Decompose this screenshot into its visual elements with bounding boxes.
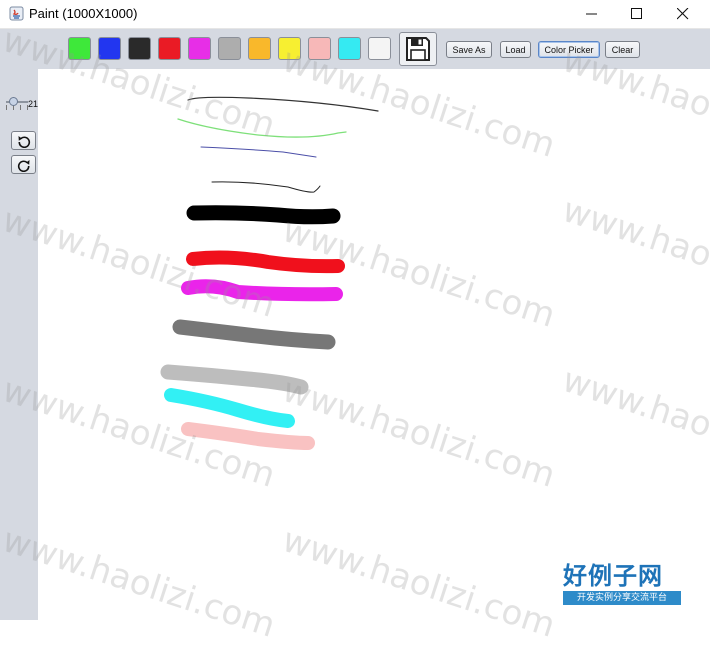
redo-icon [17,159,30,172]
clear-button[interactable]: Clear [605,41,640,58]
stroke-thick-pink [181,422,315,450]
floppy-disk-icon [406,37,430,61]
stroke-thin-green [177,118,347,138]
stroke-thin-black [211,181,321,193]
logo-sub-text: 开发实例分享交流平台 [563,591,681,605]
site-logo: 好例子网 开发实例分享交流平台 [563,563,683,605]
color-swatch-cyan[interactable] [338,37,361,60]
color-swatch-green[interactable] [68,37,91,60]
color-swatch-orange[interactable] [248,37,271,60]
stroke-thick-magenta [181,279,343,302]
color-swatch-yellow[interactable] [278,37,301,60]
stroke-thick-red [186,250,345,274]
slider-ticks [6,105,28,110]
color-swatch-pink[interactable] [308,37,331,60]
stroke-size-value: 21 [28,99,39,109]
window-title: Paint (1000X1000) [29,6,138,21]
slider-thumb[interactable] [9,97,18,106]
stroke-thin-blue [200,146,317,158]
load-button[interactable]: Load [500,41,531,58]
stroke-thick-gray [172,319,336,350]
minimize-icon [586,13,597,15]
undo-button[interactable] [11,131,36,150]
stroke-thin-dark [187,96,379,112]
stroke-thick-black [186,205,341,225]
color-swatch-magenta[interactable] [188,37,211,60]
color-swatch-black[interactable] [128,37,151,60]
close-icon [677,8,689,20]
stroke-thick-cyan [164,388,295,428]
undo-icon [17,135,30,148]
drawing-canvas[interactable] [38,69,710,620]
save-button[interactable] [399,32,437,66]
color-picker-button[interactable]: Color Picker [538,41,600,58]
canvas-strokes [160,96,379,450]
logo-main-text: 好例子网 [563,562,663,590]
stroke-thick-lightgray [160,364,309,395]
color-swatch-blue[interactable] [98,37,121,60]
redo-button[interactable] [11,155,36,174]
maximize-icon [631,8,642,19]
close-button[interactable] [660,0,706,28]
color-swatch-red[interactable] [158,37,181,60]
save-as-button[interactable]: Save As [446,41,492,58]
color-swatch-gray[interactable] [218,37,241,60]
title-bar: Paint (1000X1000) [0,0,710,29]
toolbar: Save As Load Color Picker Clear [0,29,710,69]
minimize-button[interactable] [569,0,615,28]
tool-panel: 21 [0,69,38,620]
java-app-icon [9,6,24,21]
maximize-button[interactable] [614,0,660,28]
color-swatch-white[interactable] [368,37,391,60]
